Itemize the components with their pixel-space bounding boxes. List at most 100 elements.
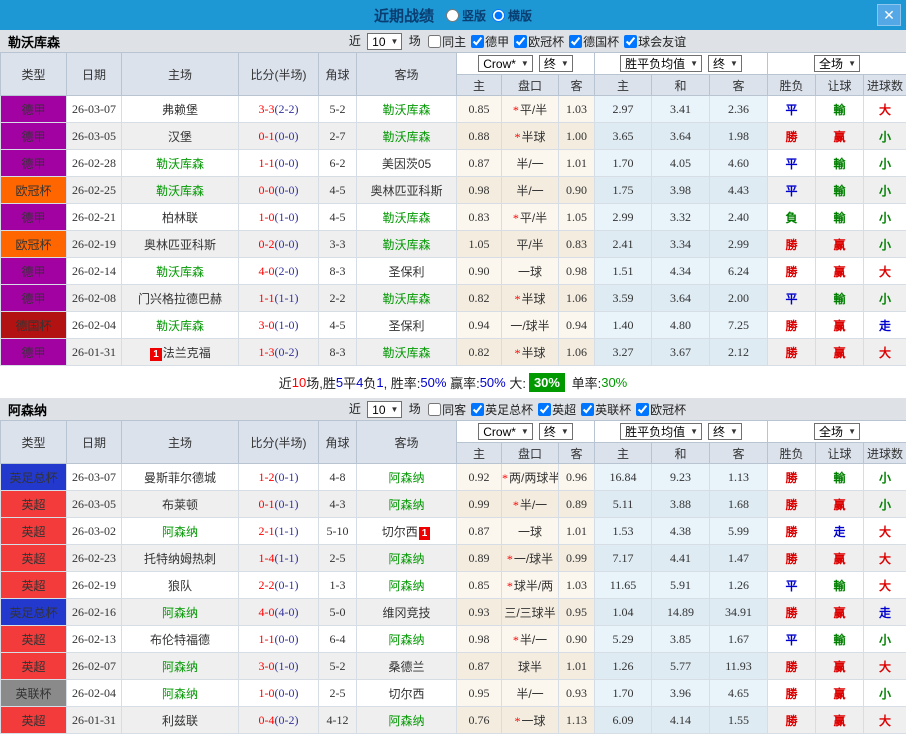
team-link[interactable]: 柏林联 <box>162 211 198 225</box>
avg-home: 1.75 <box>594 176 652 204</box>
team-link[interactable]: 奥林匹亚科斯 <box>144 238 216 252</box>
column-subheader: 进球数 <box>863 442 906 464</box>
recent-count-select[interactable]: 10 ▼ <box>367 33 403 51</box>
radio-input[interactable] <box>492 8 505 22</box>
team-link[interactable]: 门兴格拉德巴赫 <box>138 292 222 306</box>
score: 1-1(0-0) <box>238 149 319 177</box>
checkbox-input[interactable] <box>471 403 485 417</box>
team-link[interactable]: 阿森纳 <box>388 579 424 593</box>
team-link[interactable]: 桑德兰 <box>388 660 424 674</box>
team-link[interactable]: 阿森纳 <box>388 498 424 512</box>
match-date: 26-02-14 <box>66 257 122 285</box>
team-link[interactable]: 美因茨05 <box>382 157 431 171</box>
checkbox-input[interactable] <box>569 35 583 49</box>
team-link[interactable]: 阿森纳 <box>162 525 198 539</box>
team-link[interactable]: 奥林匹亚科斯 <box>370 184 442 198</box>
team-link[interactable]: 阿森纳 <box>162 687 198 701</box>
team-link[interactable]: 勒沃库森 <box>156 319 204 333</box>
column-header: 比分(半场) <box>238 420 319 464</box>
avg-away: 2.12 <box>708 338 769 366</box>
team-link[interactable]: 阿森纳 <box>388 714 424 728</box>
away-team: 阿森纳 <box>356 571 457 599</box>
recent-count-select[interactable]: 10 ▼ <box>367 401 403 419</box>
handicap-text: 一球 <box>517 524 542 539</box>
team-link[interactable]: 阿森纳 <box>162 606 198 620</box>
scope-select[interactable]: 全场 ▼ <box>814 423 860 440</box>
checkbox-input[interactable] <box>538 403 552 417</box>
team-link[interactable]: 托特纳姆热刺 <box>144 552 216 566</box>
team-link[interactable]: 布莱顿 <box>162 498 198 512</box>
checkbox-input[interactable] <box>471 35 485 49</box>
team-link[interactable]: 勒沃库森 <box>382 292 430 306</box>
team-link[interactable]: 圣保利 <box>388 319 424 333</box>
halftime-score: (0-1) <box>274 496 299 511</box>
team-link[interactable]: 勒沃库森 <box>156 184 204 198</box>
away-team: 勒沃库森 <box>356 95 457 123</box>
team-link[interactable]: 勒沃库森 <box>382 130 430 144</box>
team-link[interactable]: 法兰克福 <box>163 346 211 360</box>
league-filter-checkbox[interactable]: 英足总杯 <box>471 401 533 418</box>
same-venue-checkbox[interactable]: 同客 <box>428 401 466 418</box>
team-link[interactable]: 狼队 <box>168 579 192 593</box>
team-link[interactable]: 勒沃库森 <box>382 211 430 225</box>
select-value: 10 <box>372 34 386 49</box>
team-link[interactable]: 弗赖堡 <box>162 103 198 117</box>
team-link[interactable]: 切尔西 <box>382 525 418 539</box>
odds-stage-select[interactable]: 终 ▼ <box>538 423 573 440</box>
score: 2-1(1-1) <box>238 517 319 545</box>
layout-radio-vertical[interactable]: 竖版 <box>445 7 486 24</box>
checkbox-input[interactable] <box>581 403 595 417</box>
league-filter-checkbox[interactable]: 英超 <box>538 401 576 418</box>
fulltime-score: 4-0 <box>258 604 275 619</box>
team-link[interactable]: 圣保利 <box>388 265 424 279</box>
match-date: 26-02-08 <box>66 284 122 312</box>
odds-provider-select[interactable]: Crow* ▼ <box>478 55 533 72</box>
avg-type-select[interactable]: 胜平负均值 ▼ <box>620 55 702 72</box>
team-link[interactable]: 利兹联 <box>162 714 198 728</box>
team-link[interactable]: 维冈竞技 <box>382 606 430 620</box>
checkbox-input[interactable] <box>636 403 650 417</box>
team-link[interactable]: 阿森纳 <box>388 471 424 485</box>
layout-radio-horizontal[interactable]: 横版 <box>492 7 532 24</box>
avg-stage-select[interactable]: 终 ▼ <box>708 423 742 440</box>
team-link[interactable]: 勒沃库森 <box>156 265 204 279</box>
checkbox-input[interactable] <box>514 35 528 49</box>
chevron-down-icon: ▼ <box>690 427 698 436</box>
scope-select[interactable]: 全场 ▼ <box>814 55 860 72</box>
checkbox-label: 英足总杯 <box>485 403 534 418</box>
radio-input[interactable] <box>445 8 459 22</box>
league-filter-checkbox[interactable]: 德甲 <box>471 33 509 50</box>
league-filter-checkbox[interactable]: 欧冠杯 <box>636 401 686 418</box>
avg-draw: 3.41 <box>651 95 710 123</box>
league-filter-checkbox[interactable]: 英联杯 <box>581 401 631 418</box>
avg-stage-select[interactable]: 终 ▼ <box>708 55 742 72</box>
odds-provider-select[interactable]: Crow* ▼ <box>478 423 533 440</box>
team-link[interactable]: 勒沃库森 <box>156 157 204 171</box>
team-link[interactable]: 切尔西 <box>388 687 424 701</box>
team-link[interactable]: 阿森纳 <box>388 552 424 566</box>
team-link[interactable]: 勒沃库森 <box>382 238 430 252</box>
league-filter-checkbox[interactable]: 德国杯 <box>569 33 619 50</box>
odds-stage-select[interactable]: 终 ▼ <box>538 55 573 72</box>
same-venue-checkbox[interactable]: 同主 <box>428 33 466 50</box>
avg-type-select[interactable]: 胜平负均值 ▼ <box>620 423 702 440</box>
close-button[interactable]: ✕ <box>877 4 901 26</box>
avg-draw: 3.85 <box>651 625 710 653</box>
checkbox-input[interactable] <box>428 403 442 417</box>
team-link[interactable]: 阿森纳 <box>388 633 424 647</box>
avg-away: 2.00 <box>708 284 769 312</box>
team-link[interactable]: 勒沃库森 <box>382 346 430 360</box>
league-filter-checkbox[interactable]: 欧冠杯 <box>514 33 564 50</box>
team-link[interactable]: 阿森纳 <box>162 660 198 674</box>
checkbox-input[interactable] <box>428 35 442 49</box>
match-date: 26-02-28 <box>66 149 122 177</box>
team-link[interactable]: 布伦特福德 <box>150 633 210 647</box>
checkbox-input[interactable] <box>624 35 638 49</box>
handicap-line: 一球 <box>501 517 559 545</box>
team-link[interactable]: 汉堡 <box>168 130 192 144</box>
handicap-text: 平/半 <box>516 237 544 252</box>
team-link[interactable]: 勒沃库森 <box>382 103 430 117</box>
team-link[interactable]: 曼斯菲尔德城 <box>144 471 216 485</box>
league-filter-checkbox[interactable]: 球会友谊 <box>624 33 686 50</box>
avg-home: 1.51 <box>594 257 652 285</box>
